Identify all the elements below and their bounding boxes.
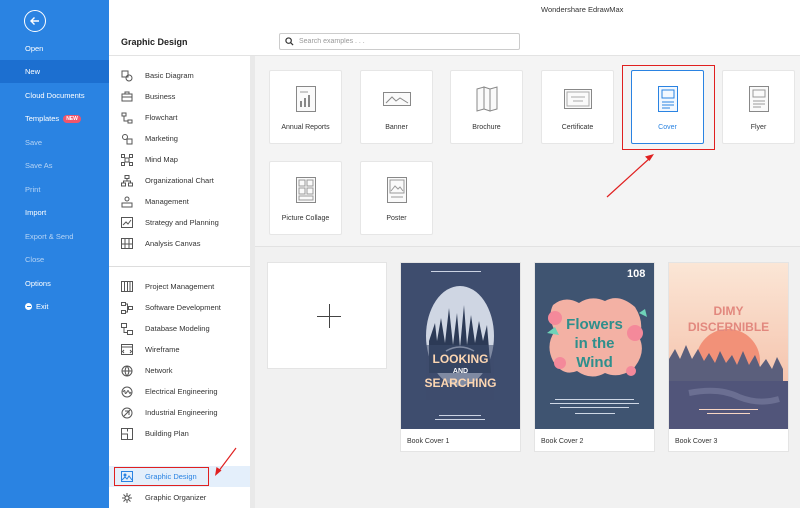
category-building-plan[interactable]: Building Plan: [109, 423, 250, 444]
banner-icon: [382, 84, 411, 114]
flyer-icon: [748, 84, 769, 114]
project-management-icon: [120, 281, 134, 293]
category-analysis-canvas[interactable]: Analysis Canvas: [109, 233, 250, 254]
type-flyer[interactable]: Flyer: [722, 70, 795, 144]
menu-options[interactable]: Options: [0, 272, 109, 295]
category-database-modeling[interactable]: Database Modeling: [109, 318, 250, 339]
cover-3-title-line-2: DISCERNIBLE: [687, 320, 770, 334]
template-book-cover-3[interactable]: DIMY DISCERNIBLE Book Cover 3: [668, 262, 789, 452]
type-poster[interactable]: Poster: [360, 161, 433, 235]
cover-highlight-box: [622, 65, 715, 150]
management-icon: [120, 196, 134, 208]
category-list: Basic Diagram Business Flowchart Marketi…: [109, 56, 250, 508]
cover-2-title-line-2: in the: [574, 335, 615, 352]
template-caption: Book Cover 3: [675, 438, 718, 445]
search-icon: [285, 37, 294, 46]
category-business[interactable]: Business: [109, 86, 250, 107]
type-certificate[interactable]: Certificate: [541, 70, 614, 144]
menu-export-send[interactable]: Export & Send: [0, 225, 109, 248]
cover-2-title-line-3: Wind: [576, 354, 613, 371]
building-plan-icon: [120, 427, 134, 440]
mind-map-icon: [120, 153, 134, 166]
network-icon: [120, 365, 134, 377]
menu-close[interactable]: Close: [0, 248, 109, 271]
category-management[interactable]: Management: [109, 191, 250, 212]
app-title: Wondershare EdrawMax: [541, 5, 624, 14]
menu-save[interactable]: Save: [0, 131, 109, 154]
category-electrical-engineering[interactable]: Electrical Engineering: [109, 381, 250, 402]
template-caption: Book Cover 2: [541, 438, 584, 445]
menu-cloud-documents[interactable]: Cloud Documents: [0, 84, 109, 107]
template-caption: Book Cover 1: [407, 438, 450, 445]
cover-1-title-line-1: LOOKING: [432, 352, 489, 366]
cover-3-title-line-1: DIMY: [713, 304, 744, 318]
cover-1-title-line-2: AND: [452, 368, 469, 375]
category-graphic-organizer[interactable]: Graphic Organizer: [109, 487, 250, 508]
picture-collage-icon: [295, 175, 316, 205]
type-banner[interactable]: Banner: [360, 70, 433, 144]
category-flowchart[interactable]: Flowchart: [109, 107, 250, 128]
category-software-development[interactable]: Software Development: [109, 297, 250, 318]
category-wireframe[interactable]: Wireframe: [109, 339, 250, 360]
category-org-chart[interactable]: Organizational Chart: [109, 170, 250, 191]
search-box[interactable]: [279, 33, 520, 50]
strategy-icon: [120, 217, 134, 229]
menu-save-as[interactable]: Save As: [0, 154, 109, 177]
basic-diagram-icon: [120, 70, 134, 82]
book-cover-1-thumbnail: LOOKING AND SEARCHING: [401, 263, 520, 429]
analysis-canvas-icon: [120, 238, 134, 250]
graphic-design-highlight-box: [114, 467, 209, 486]
cover-2-title-line-1: Flowers: [566, 316, 623, 333]
annual-report-icon: [295, 84, 316, 114]
category-strategy[interactable]: Strategy and Planning: [109, 212, 250, 233]
category-divider: [109, 266, 250, 267]
database-icon: [120, 322, 134, 335]
wireframe-icon: [120, 344, 134, 356]
software-development-icon: [120, 301, 134, 314]
type-annual-reports[interactable]: Annual Reports: [269, 70, 342, 144]
category-mind-map[interactable]: Mind Map: [109, 149, 250, 170]
back-arrow-icon[interactable]: [24, 10, 46, 32]
menu-exit[interactable]: Exit: [0, 295, 109, 318]
category-marketing[interactable]: Marketing: [109, 128, 250, 149]
search-input[interactable]: [299, 38, 499, 45]
briefcase-icon: [120, 91, 134, 103]
book-cover-2-thumbnail: 108 Flowers in the Wind: [535, 263, 654, 429]
file-menu-sidebar: Open New Cloud Documents Templates NEW Sa…: [0, 0, 109, 508]
brochure-icon: [476, 84, 498, 114]
category-network[interactable]: Network: [109, 360, 250, 381]
template-book-cover-1[interactable]: LOOKING AND SEARCHING Book Cover 1: [400, 262, 521, 452]
cover-1-title-line-3: SEARCHING: [424, 376, 497, 390]
org-chart-icon: [120, 174, 134, 187]
exit-icon: [25, 303, 32, 310]
type-picture-collage[interactable]: Picture Collage: [269, 161, 342, 235]
menu-import[interactable]: Import: [0, 201, 109, 224]
category-basic-diagram[interactable]: Basic Diagram: [109, 65, 250, 86]
poster-icon: [386, 175, 407, 205]
category-industrial-engineering[interactable]: Industrial Engineering: [109, 402, 250, 423]
menu-print[interactable]: Print: [0, 178, 109, 201]
menu-new[interactable]: New: [0, 60, 109, 83]
cover-2-issue-number: 108: [627, 268, 646, 280]
template-book-cover-2[interactable]: 108 Flowers in the Wind Book Cover 2: [534, 262, 655, 452]
page-title: Graphic Design: [121, 37, 188, 47]
marketing-icon: [120, 133, 134, 145]
new-badge: NEW: [63, 114, 81, 123]
menu-open[interactable]: Open: [0, 37, 109, 60]
type-brochure[interactable]: Brochure: [450, 70, 523, 144]
flowchart-icon: [120, 112, 134, 124]
certificate-icon: [563, 84, 592, 114]
category-project-management[interactable]: Project Management: [109, 276, 250, 297]
menu-templates[interactable]: Templates NEW: [0, 107, 109, 130]
book-cover-3-thumbnail: DIMY DISCERNIBLE: [669, 263, 788, 429]
industrial-icon: [120, 407, 134, 419]
new-blank-button[interactable]: [267, 262, 387, 369]
electrical-icon: [120, 386, 134, 398]
graphic-organizer-icon: [120, 492, 134, 504]
